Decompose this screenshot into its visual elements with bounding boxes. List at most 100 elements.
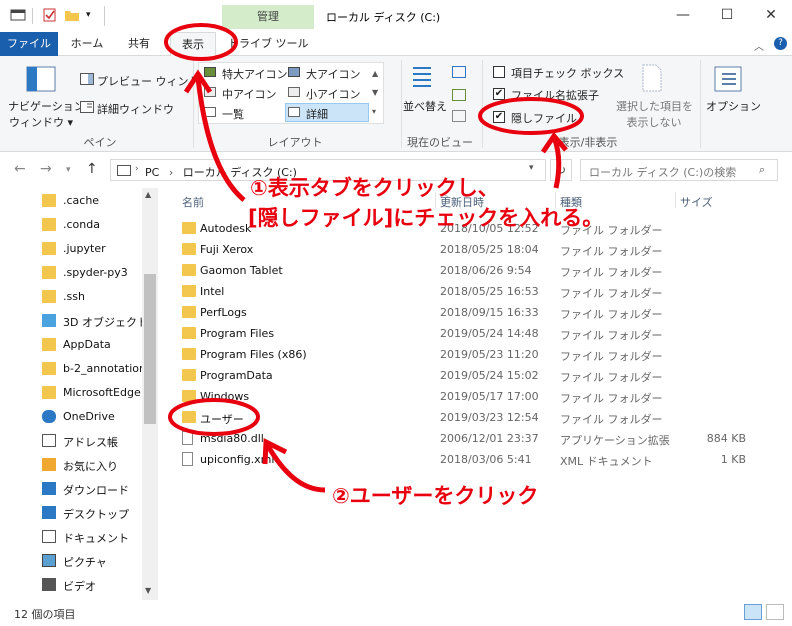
sidebar-item-label: お気に入り: [63, 460, 118, 473]
cell-type: ファイル フォルダー: [560, 266, 663, 279]
tab-drive-tools[interactable]: ドライブ ツール: [228, 32, 309, 56]
layout-small-icons[interactable]: 小アイコン: [306, 86, 360, 102]
breadcrumb-pc[interactable]: PC: [145, 166, 159, 179]
ribbon-collapse-icon[interactable]: ︿: [754, 38, 764, 53]
address-dropdown-icon[interactable]: ▾: [529, 163, 534, 173]
refresh-icon[interactable]: ↻: [550, 159, 572, 181]
sort-by-button[interactable]: 並べ替え: [403, 98, 447, 114]
column-header-size[interactable]: サイズ: [680, 194, 713, 210]
sidebar-item[interactable]: お気に入り: [0, 454, 142, 476]
layout-extra-large-icons[interactable]: 特大アイコン: [222, 66, 287, 82]
large-icons-view-toggle-icon[interactable]: [766, 604, 784, 620]
table-row[interactable]: ProgramData 2019/05/24 15:02 ファイル フォルダー: [160, 365, 792, 386]
tab-view[interactable]: 表示: [170, 32, 216, 57]
item-count: 12 個の項目: [14, 608, 76, 621]
sidebar-item[interactable]: ドキュメント: [0, 526, 142, 548]
sidebar-item[interactable]: MicrosoftEdge: [0, 382, 142, 404]
table-row[interactable]: PerfLogs 2018/09/15 16:33 ファイル フォルダー: [160, 302, 792, 323]
forward-arrow-icon[interactable]: →: [40, 161, 52, 177]
new-folder-icon[interactable]: [64, 8, 80, 22]
add-columns-icon[interactable]: [452, 89, 466, 101]
sidebar-item[interactable]: OneDrive: [0, 406, 142, 428]
folder-icon: [42, 218, 56, 231]
column-divider[interactable]: [675, 192, 676, 208]
maximize-button[interactable]: ☐: [712, 4, 742, 26]
recent-locations-icon[interactable]: ▾: [66, 165, 71, 175]
sidebar-item[interactable]: b-2_annotation: [0, 358, 142, 380]
navigation-pane-icon[interactable]: [26, 66, 56, 92]
table-row[interactable]: msdia80.dll 2006/12/01 23:37 アプリケーション拡張 884…: [160, 428, 792, 449]
cell-name: Program Files (x86): [200, 348, 307, 361]
nav-pane-scroll-thumb[interactable]: [144, 274, 156, 424]
tab-home[interactable]: ホーム: [64, 32, 110, 56]
ribbon: ナビゲーション ウィンドウ ▾ プレビュー ウィンドウ 詳細ウィンドウ ペイン …: [0, 56, 792, 152]
table-row[interactable]: Intel 2018/05/25 16:53 ファイル フォルダー: [160, 281, 792, 302]
properties-check-icon[interactable]: [42, 8, 58, 22]
scroll-down-icon[interactable]: ▼: [145, 586, 151, 595]
sidebar-item[interactable]: ビデオ: [0, 574, 142, 596]
star-icon: [42, 458, 56, 471]
nav-pane-scrollbar[interactable]: ▲ ▼: [142, 188, 158, 600]
hide-selected-label-1: 選択した項目を: [616, 100, 693, 113]
quick-access-dropdown-icon[interactable]: ▾: [86, 8, 102, 22]
sidebar-item[interactable]: アドレス帳: [0, 430, 142, 452]
fit-columns-icon[interactable]: [452, 110, 466, 122]
minimize-button[interactable]: —: [668, 4, 698, 26]
sidebar-item[interactable]: .conda: [0, 214, 142, 236]
sidebar-item[interactable]: .spyder-py3: [0, 262, 142, 284]
item-check-boxes-checkbox[interactable]: [493, 66, 505, 78]
navigation-pane-button[interactable]: ナビゲーション ウィンドウ ▾: [8, 98, 85, 130]
contacts-icon: [42, 434, 56, 447]
search-input[interactable]: ローカル ディスク (C:)の検索 ⌕: [580, 159, 778, 181]
breadcrumb-chevron-icon[interactable]: ›: [135, 164, 139, 174]
back-arrow-icon[interactable]: ←: [14, 161, 26, 177]
sidebar-item[interactable]: ピクチャ: [0, 550, 142, 572]
table-row[interactable]: Program Files (x86) 2019/05/23 11:20 ファイル …: [160, 344, 792, 365]
folder-icon: [42, 386, 56, 399]
table-row[interactable]: Fuji Xerox 2018/05/25 18:04 ファイル フォルダー: [160, 239, 792, 260]
sidebar-item[interactable]: .ssh: [0, 286, 142, 308]
cell-name: msdia80.dll: [200, 432, 264, 445]
hide-selected-items-button[interactable]: 選択した項目を 表示しない: [616, 98, 693, 130]
table-row[interactable]: Gaomon Tablet 2018/06/26 9:54 ファイル フォルダー: [160, 260, 792, 281]
sidebar-item[interactable]: デスクトップ: [0, 502, 142, 524]
table-row[interactable]: Program Files 2019/05/24 14:48 ファイル フォルダー: [160, 323, 792, 344]
pane-group-label: ペイン: [83, 136, 117, 149]
table-row[interactable]: Windows 2019/05/17 17:00 ファイル フォルダー: [160, 386, 792, 407]
layout-medium-icons[interactable]: 中アイコン: [222, 86, 276, 102]
options-button[interactable]: オプション: [706, 98, 761, 114]
file-extensions-checkbox[interactable]: ✔: [493, 88, 505, 100]
hidden-items-checkbox[interactable]: ✔: [493, 111, 505, 123]
sidebar-item[interactable]: .cache: [0, 190, 142, 212]
layout-list[interactable]: 一覧: [222, 106, 244, 122]
medium-icons-icon: [204, 87, 216, 97]
column-header-name[interactable]: 名前: [182, 194, 204, 210]
sidebar-item[interactable]: ダウンロード: [0, 478, 142, 500]
sidebar-item[interactable]: .jupyter: [0, 238, 142, 260]
manage-contextual-tab[interactable]: 管理: [222, 5, 314, 29]
details-pane-button[interactable]: 詳細ウィンドウ: [97, 101, 174, 117]
scroll-up-icon[interactable]: ▲: [145, 190, 151, 199]
explorer-app-icon[interactable]: [10, 8, 26, 22]
search-icon[interactable]: ⌕: [759, 163, 765, 177]
close-button[interactable]: ✕: [756, 4, 786, 26]
table-row[interactable]: upiconfig.xml 2018/03/06 5:41 XML ドキュメント 1 …: [160, 449, 792, 470]
table-row[interactable]: ユーザー 2019/03/23 12:54 ファイル フォルダー: [160, 407, 792, 428]
cell-name: Windows: [200, 390, 250, 403]
tab-file[interactable]: ファイル: [0, 32, 58, 56]
layout-details[interactable]: 詳細: [306, 106, 328, 122]
sidebar-item-label: ビデオ: [63, 580, 96, 593]
group-by-icon[interactable]: [452, 66, 466, 78]
sidebar-item[interactable]: 3D オブジェクト: [0, 310, 142, 332]
sort-by-icon: [410, 64, 434, 92]
breadcrumb-chevron-icon[interactable]: ›: [169, 166, 173, 179]
sidebar-item[interactable]: AppData: [0, 334, 142, 356]
layout-gallery-scroll-icon[interactable]: ▲ ▼ ▾: [372, 64, 378, 121]
cell-size: 1 KB: [720, 453, 746, 466]
tab-share[interactable]: 共有: [116, 32, 162, 56]
up-arrow-icon[interactable]: ↑: [86, 161, 98, 177]
help-icon[interactable]: ?: [774, 37, 787, 50]
details-view-toggle-icon[interactable]: [744, 604, 762, 620]
layout-large-icons[interactable]: 大アイコン: [306, 66, 360, 82]
folder-icon: [42, 242, 56, 255]
